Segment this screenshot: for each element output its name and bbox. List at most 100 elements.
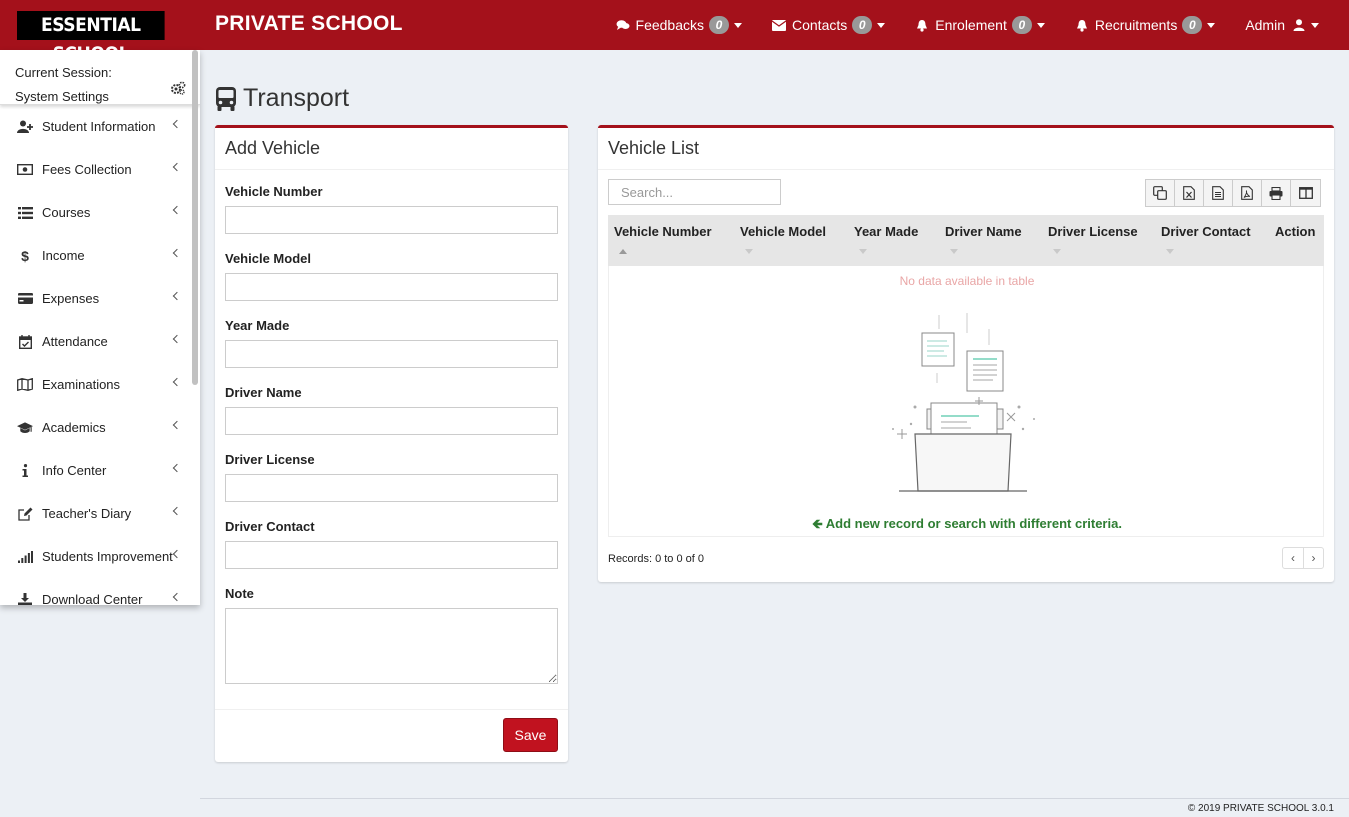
- count-badge: 0: [1182, 16, 1203, 34]
- driver-contact-label: Driver Contact: [225, 519, 315, 534]
- save-button[interactable]: Save: [503, 718, 558, 752]
- next-page-button[interactable]: ›: [1303, 548, 1323, 568]
- sidebar-item-expenses[interactable]: Expenses: [0, 277, 200, 320]
- gears-icon[interactable]: [170, 81, 186, 95]
- arrow-left-icon: 🡸: [812, 516, 826, 531]
- vehicle-list-panel: Vehicle List Search... Vehicle Number Ve…: [598, 125, 1334, 582]
- bus-icon: [216, 86, 236, 111]
- chevron-left-icon: [172, 463, 182, 473]
- sidebar-item-teachers-diary[interactable]: Teacher's Diary: [0, 492, 200, 535]
- chevron-left-icon: [172, 291, 182, 301]
- year-made-label: Year Made: [225, 318, 290, 333]
- sidebar-item-label: Fees Collection: [42, 162, 132, 177]
- nav-recruitments[interactable]: Recruitments 0: [1075, 16, 1216, 34]
- info-icon: [17, 464, 33, 478]
- nav-label: Contacts: [792, 17, 848, 33]
- driver-contact-input[interactable]: [225, 541, 558, 569]
- comments-icon: [616, 19, 630, 31]
- user-plus-icon: [17, 120, 33, 134]
- chevron-left-icon: [172, 420, 182, 430]
- export-toolbar: [1145, 179, 1321, 207]
- nav-feedbacks[interactable]: Feedbacks 0: [616, 16, 742, 34]
- column-header[interactable]: Year Made: [854, 224, 918, 239]
- logo[interactable]: ESSENTIAL SCHOOL: [17, 11, 165, 65]
- sidebar-item-student-information[interactable]: Student Information: [0, 105, 200, 148]
- sidebar-item-label: Courses: [42, 205, 91, 220]
- chevron-left-icon: [172, 506, 182, 516]
- vehicle-number-input[interactable]: [225, 206, 558, 234]
- count-badge: 0: [852, 16, 873, 34]
- column-header[interactable]: Driver Name: [945, 224, 1022, 239]
- chevron-left-icon: [172, 549, 182, 559]
- page-title: Transport: [215, 84, 349, 113]
- search-input[interactable]: Search...: [608, 179, 781, 205]
- credit-card-icon: [17, 292, 33, 306]
- print-icon[interactable]: [1262, 180, 1291, 206]
- sidebar-item-info-center[interactable]: Info Center: [0, 449, 200, 492]
- copy-icon[interactable]: [1146, 180, 1175, 206]
- sidebar-item-attendance[interactable]: Attendance: [0, 320, 200, 363]
- vehicle-model-input[interactable]: [225, 273, 558, 301]
- driver-license-label: Driver License: [225, 452, 315, 467]
- sidebar-item-fees-collection[interactable]: Fees Collection: [0, 148, 200, 191]
- driver-name-input[interactable]: [225, 407, 558, 435]
- chevron-left-icon: [172, 248, 182, 258]
- sidebar-item-students-improvement[interactable]: Students Improvement: [0, 535, 200, 578]
- nav-enrolement[interactable]: Enrolement 0: [915, 16, 1045, 34]
- column-header[interactable]: Driver Contact: [1161, 224, 1251, 239]
- csv-icon[interactable]: [1204, 180, 1233, 206]
- money-icon: [17, 163, 33, 177]
- brand-title: PRIVATE SCHOOL: [215, 12, 403, 35]
- nav-admin[interactable]: Admin: [1245, 17, 1319, 33]
- envelope-icon: [772, 19, 786, 31]
- column-header[interactable]: Driver License: [1048, 224, 1138, 239]
- admin-label: Admin: [1245, 17, 1285, 33]
- count-badge: 0: [1011, 16, 1032, 34]
- graduation-cap-icon: [17, 421, 33, 435]
- note-textarea[interactable]: [225, 608, 558, 684]
- sidebar-item-courses[interactable]: Courses: [0, 191, 200, 234]
- empty-hint: 🡸 Add new record or search with differen…: [609, 515, 1325, 537]
- sidebar-item-academics[interactable]: Academics: [0, 406, 200, 449]
- sidebar-item-label: Academics: [42, 420, 106, 435]
- caret-down-icon: [1036, 22, 1045, 28]
- previous-page-button[interactable]: ‹: [1283, 548, 1303, 568]
- table-body: No data available in table 🡸 Add new rec…: [608, 266, 1324, 537]
- caret-down-icon: [734, 22, 742, 28]
- sidebar-item-label: Teacher's Diary: [42, 506, 132, 521]
- pdf-icon[interactable]: [1233, 180, 1262, 206]
- column-header[interactable]: Vehicle Model: [740, 224, 826, 239]
- sidebar-scrollbar[interactable]: [192, 50, 198, 385]
- vehicle-model-label: Vehicle Model: [225, 251, 311, 266]
- top-navbar: ESSENTIAL SCHOOL PRIVATE SCHOOL Feedback…: [0, 0, 1349, 65]
- sidebar-item-label: Students Improvement: [42, 549, 173, 564]
- year-made-input[interactable]: [225, 340, 558, 368]
- note-label: Note: [225, 586, 254, 601]
- sidebar-item-label: Attendance: [42, 334, 108, 349]
- logo-area[interactable]: ESSENTIAL SCHOOL: [0, 0, 200, 65]
- chevron-left-icon: [172, 592, 182, 602]
- pagination: ‹ ›: [1282, 547, 1324, 569]
- sidebar-item-download-center[interactable]: Download Center: [0, 578, 200, 605]
- chevron-left-icon: [172, 119, 182, 129]
- list-icon: [17, 206, 33, 220]
- add-vehicle-title: Add Vehicle: [215, 128, 568, 170]
- driver-license-input[interactable]: [225, 474, 558, 502]
- count-badge: 0: [709, 16, 729, 34]
- column-header[interactable]: Vehicle Number: [614, 224, 712, 239]
- sidebar-item-examinations[interactable]: Examinations: [0, 363, 200, 406]
- empty-hint-text: Add new record or search with different …: [825, 516, 1122, 531]
- sidebar-item-income[interactable]: $ Income: [0, 234, 200, 277]
- page-title-text: Transport: [243, 84, 350, 112]
- chevron-left-icon: [172, 334, 182, 344]
- excel-icon[interactable]: [1175, 180, 1204, 206]
- page-footer: © 2019 PRIVATE SCHOOL 3.0.1: [200, 798, 1349, 817]
- nav-label: Feedbacks: [635, 17, 704, 33]
- sort-icon: [950, 249, 958, 254]
- nav-contacts[interactable]: Contacts 0: [772, 16, 886, 34]
- vehicle-number-label: Vehicle Number: [225, 184, 323, 199]
- columns-icon[interactable]: [1291, 180, 1320, 206]
- copyright-text: © 2019 PRIVATE SCHOOL 3.0.1: [1187, 803, 1334, 814]
- caret-down-icon: [877, 22, 886, 28]
- chevron-left-icon: [172, 377, 182, 387]
